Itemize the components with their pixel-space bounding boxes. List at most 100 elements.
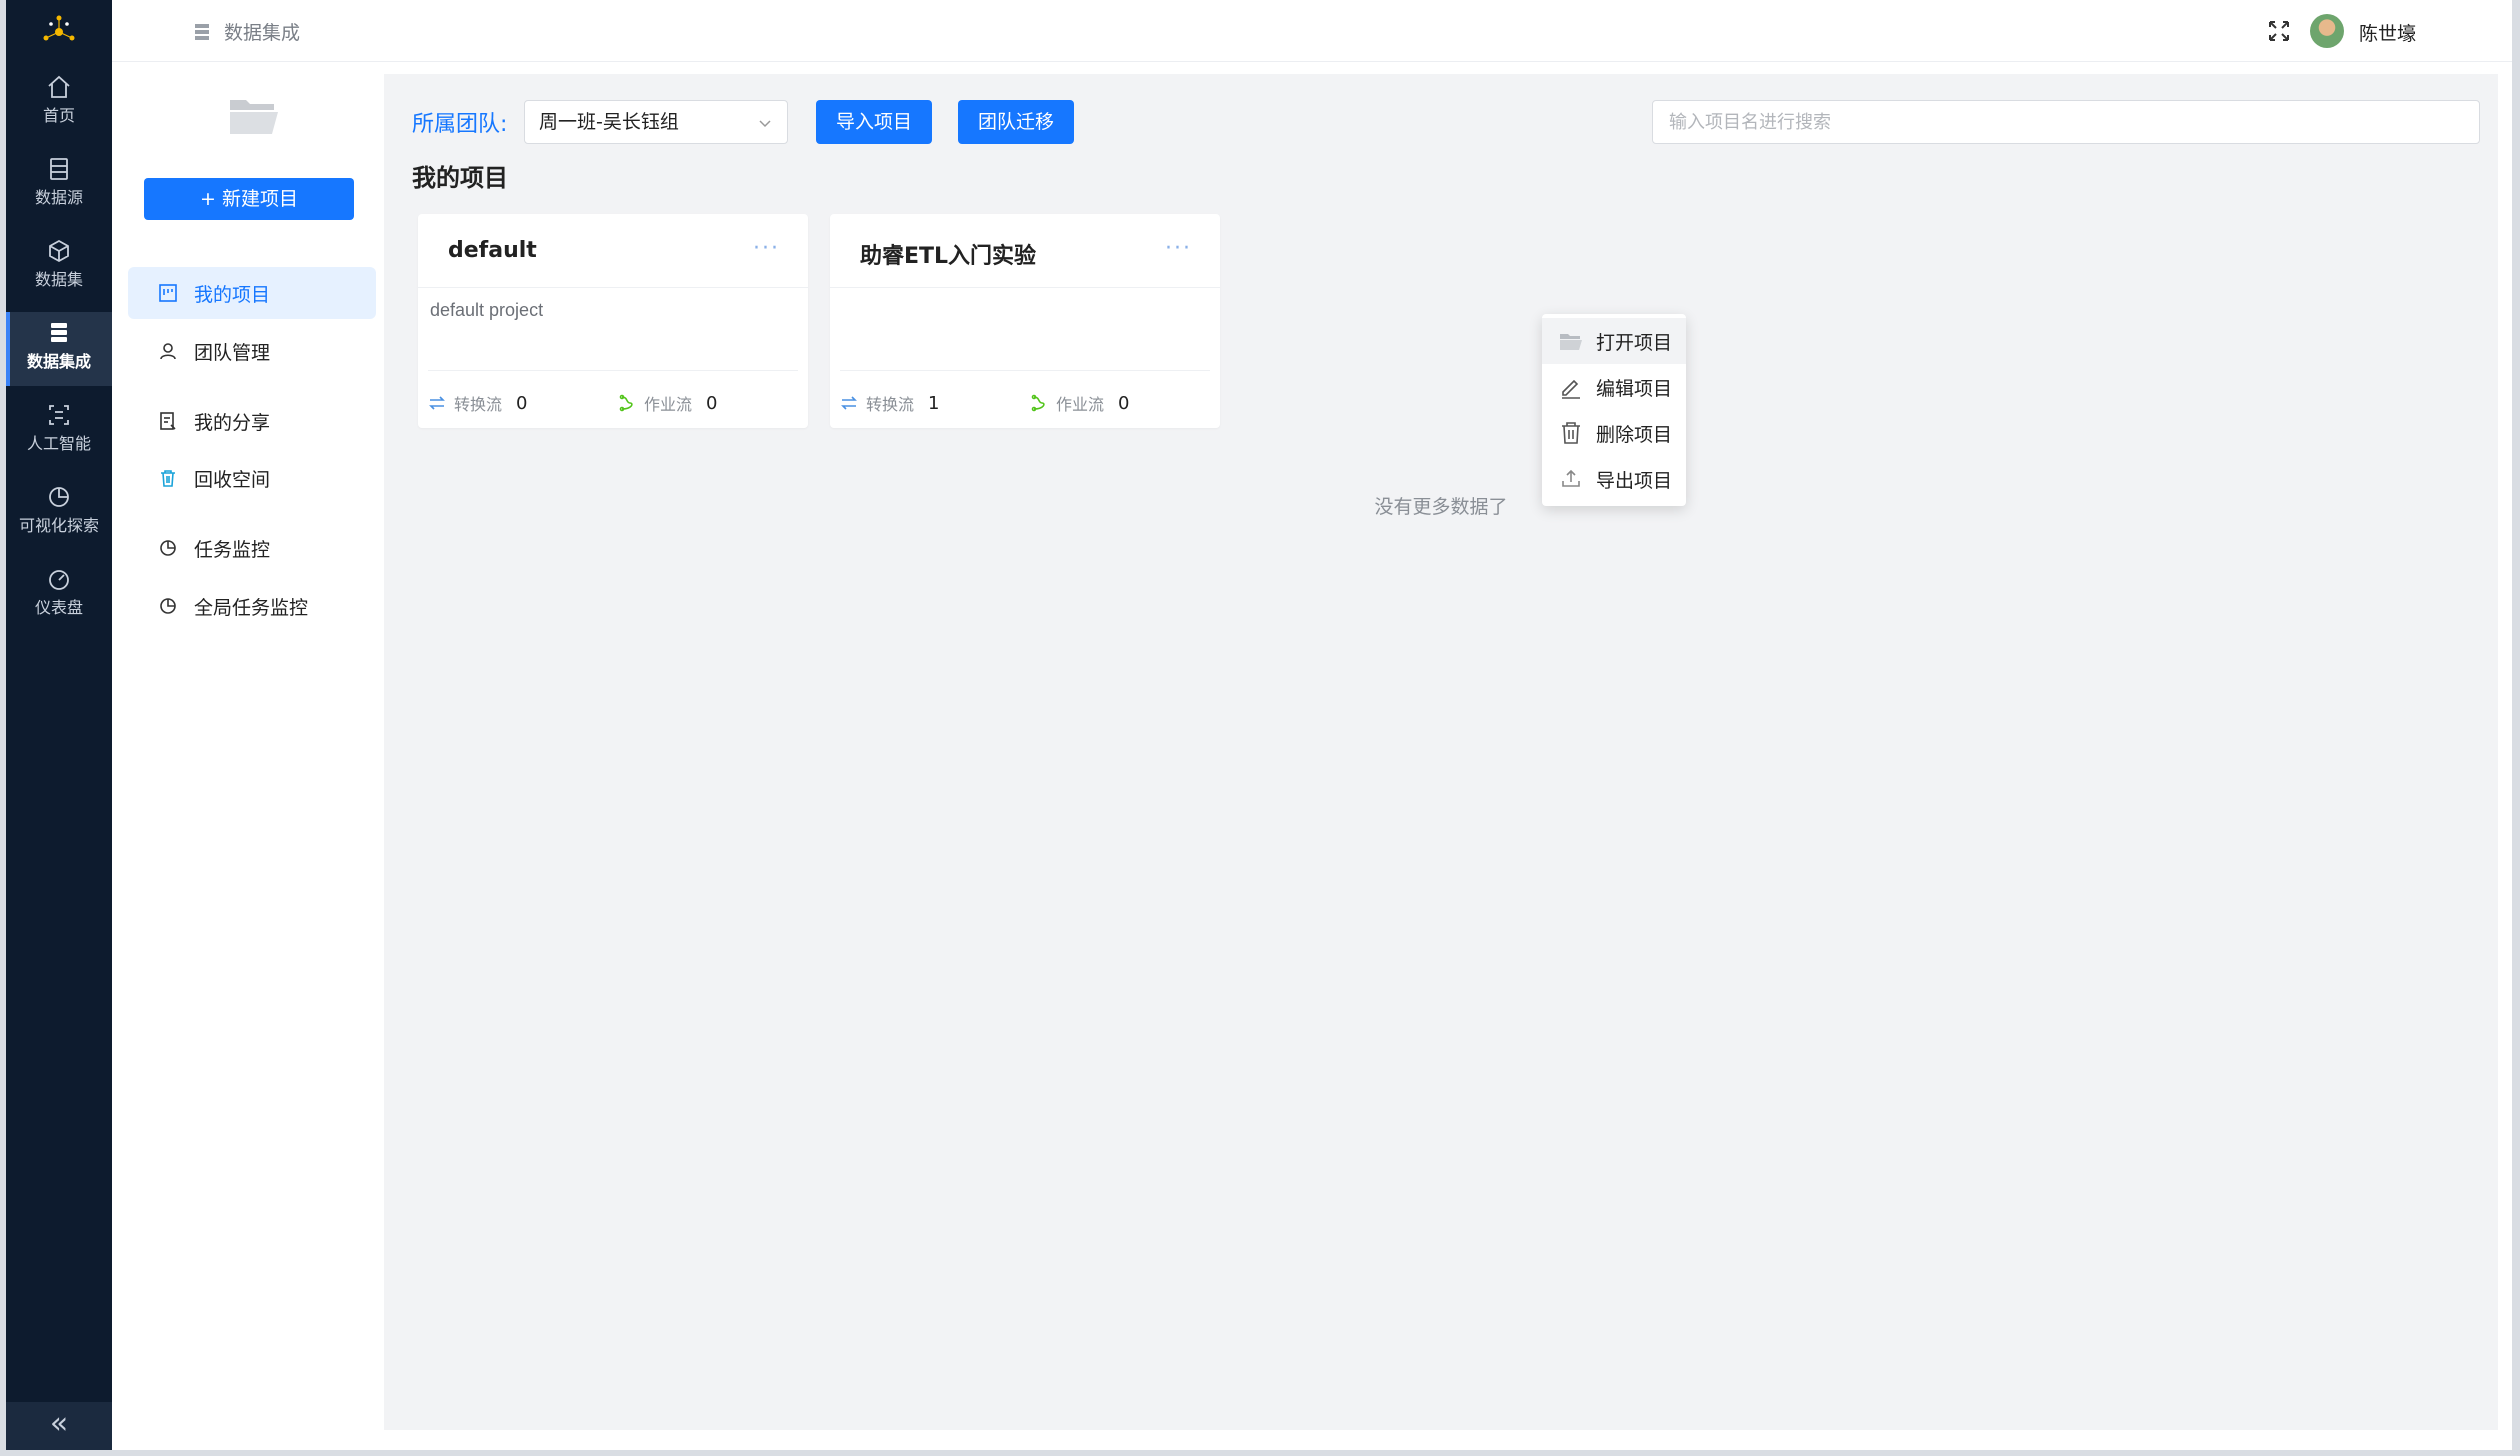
transform-stat: 转换流 0 [428,391,527,415]
transform-stat: 转换流 1 [840,391,939,415]
card-footer: 转换流 1 作业流 0 [840,370,1210,428]
nav-item-dataset[interactable]: 数据集 [6,230,112,304]
nav-item-label: 数据源 [34,188,83,207]
menu-item-my-share[interactable]: 我的分享 [128,395,376,447]
pie-monitor-icon [160,598,176,614]
nav-item-home[interactable]: 首页 [6,66,112,140]
project-description: default project [430,300,544,320]
integration-stack-icon [195,23,209,40]
job-stat: 作业流 0 [618,391,717,415]
logo-icon [43,15,75,41]
main-nav-rail: 首页 数据源 数据集 数据集成 人工智能 可视化探索 仪表盘 « [6,0,112,1450]
new-project-button[interactable]: + 新建项目 [144,178,354,220]
transform-label: 转换流 [866,395,915,414]
more-options-button[interactable]: ··· [753,236,780,261]
menu-item-my-projects[interactable]: 我的项目 [128,267,376,319]
more-options-button[interactable]: ··· [1165,236,1192,261]
user-icon [160,343,176,360]
menu-item-label: 我的分享 [194,411,271,434]
project-sidebar: + 新建项目 我的项目 团队管理 我的分享 回收空间 任务监控 全局任务监控 [112,62,382,1450]
integration-stack-icon [51,323,67,342]
team-select[interactable]: 周一班-吴长钰组 [524,100,788,144]
project-title: 助睿ETL入门实验 [860,244,1037,269]
project-board-icon [159,284,177,302]
menu-item-label: 打开项目 [1596,331,1673,354]
nav-item-datasource[interactable]: 数据源 [6,148,112,222]
menu-item-recycle[interactable]: 回收空间 [128,452,376,504]
menu-item-global-task-monitor[interactable]: 全局任务监控 [128,580,376,632]
trash-icon [161,470,175,487]
nav-item-integration[interactable]: 数据集成 [6,312,112,386]
transform-label: 转换流 [454,395,503,414]
top-bar: 数据集成 陈世壕 [112,0,2512,62]
menu-item-label: 任务监控 [194,538,271,561]
nav-item-label: 数据集 [34,270,83,289]
menu-item-label: 团队管理 [194,341,271,364]
menu-item-label: 回收空间 [194,468,271,491]
transform-arrows-icon [841,396,857,410]
menu-item-team-manage[interactable]: 团队管理 [128,325,376,377]
section-title: 我的项目 [412,164,508,192]
job-label: 作业流 [644,395,693,414]
nav-item-label: 首页 [42,106,75,125]
ai-scan-icon [49,405,69,425]
card-header: default ··· [418,214,808,288]
open-folder-icon [1560,334,1582,350]
job-count: 0 [1118,392,1130,414]
nav-item-dashboard[interactable]: 仪表盘 [6,558,112,632]
nav-item-label: 人工智能 [26,434,91,453]
menu-item-label: 编辑项目 [1596,377,1673,400]
menu-item-label: 导出项目 [1596,469,1673,492]
nav-item-label: 可视化探索 [18,516,99,535]
nav-item-label: 仪表盘 [34,598,83,617]
pie-chart-icon [49,487,69,507]
menu-item-label: 删除项目 [1596,423,1673,446]
collapse-rail-button[interactable]: « [6,1402,112,1450]
nav-item-visual-explore[interactable]: 可视化探索 [6,476,112,550]
app-window: 首页 数据源 数据集 数据集成 人工智能 可视化探索 仪表盘 « 数据集成 陈世… [6,0,2512,1450]
project-search-input[interactable] [1652,100,2480,144]
project-card[interactable]: 助睿ETL入门实验 ··· 转换流 1 作业流 0 [830,214,1220,428]
job-flow-icon [1031,394,1045,412]
double-chevron-left-icon: « [49,1406,69,1441]
menu-export-project[interactable]: 导出项目 [1542,456,1686,502]
team-migrate-button[interactable]: 团队迁移 [958,100,1074,144]
menu-item-task-monitor[interactable]: 任务监控 [128,522,376,574]
import-project-button[interactable]: 导入项目 [816,100,932,144]
datasource-icon [50,158,68,180]
dataset-cube-icon [49,239,69,263]
job-count: 0 [706,392,718,414]
no-more-data-text: 没有更多数据了 [1374,496,1508,518]
home-icon [48,75,70,98]
nav-item-label: 数据集成 [26,352,91,371]
card-footer: 转换流 0 作业流 0 [428,370,798,428]
user-name[interactable]: 陈世壕 [2359,19,2416,46]
nav-item-ai[interactable]: 人工智能 [6,394,112,468]
menu-item-label: 全局任务监控 [194,596,309,619]
menu-item-label: 我的项目 [194,283,271,306]
team-select-value: 周一班-吴长钰组 [539,111,679,133]
share-doc-icon [160,412,176,430]
breadcrumb-label: 数据集成 [224,22,301,44]
folder-icon [230,100,278,134]
chevron-down-icon [759,120,771,128]
trash-icon [1562,422,1580,444]
team-label: 所属团队: [412,112,508,137]
avatar[interactable] [2310,14,2344,48]
menu-delete-project[interactable]: 删除项目 [1542,410,1686,456]
transform-arrows-icon [429,396,445,410]
project-card[interactable]: default ··· default project 转换流 0 作业流 0 [418,214,808,428]
fullscreen-icon[interactable] [2266,18,2292,44]
breadcrumb: 数据集成 [192,18,300,45]
main-content: 所属团队: 周一班-吴长钰组 导入项目 团队迁移 我的项目 default ··… [384,74,2498,1430]
job-stat: 作业流 0 [1030,391,1129,415]
job-flow-icon [619,394,633,412]
menu-edit-project[interactable]: 编辑项目 [1542,364,1686,410]
job-label: 作业流 [1056,395,1105,414]
card-header: 助睿ETL入门实验 ··· [830,214,1220,288]
menu-open-project[interactable]: 打开项目 [1542,318,1686,364]
transform-count: 1 [928,392,940,414]
project-title: default [448,238,537,263]
transform-count: 0 [516,392,528,414]
export-upload-icon [1562,469,1580,487]
